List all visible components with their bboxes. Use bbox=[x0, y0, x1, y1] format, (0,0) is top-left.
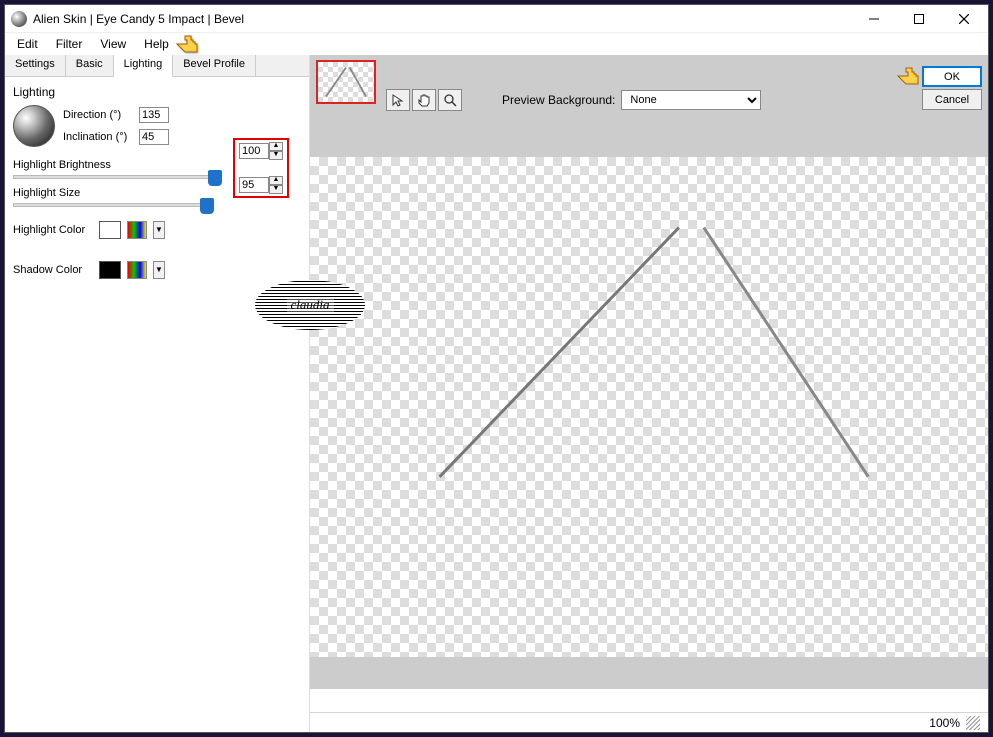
preview-bg-select[interactable]: None bbox=[621, 90, 761, 110]
minimize-button[interactable] bbox=[851, 6, 896, 32]
shadow-color-label: Shadow Color bbox=[13, 264, 93, 276]
lighting-sphere[interactable] bbox=[13, 105, 55, 147]
minimize-icon bbox=[869, 14, 879, 24]
close-icon bbox=[959, 14, 969, 24]
highlighted-params-box: ▲ ▼ ▲ ▼ bbox=[233, 138, 289, 198]
tab-basic[interactable]: Basic bbox=[66, 55, 114, 76]
highlight-color-row: Highlight Color ▼ bbox=[13, 221, 301, 239]
zoom-level: 100% bbox=[929, 716, 960, 730]
spin-up-button[interactable]: ▲ bbox=[269, 142, 283, 151]
maximize-button[interactable] bbox=[896, 6, 941, 32]
preview-area bbox=[310, 125, 988, 712]
right-panel: Preview Background: None OK Cancel bbox=[310, 55, 988, 732]
menu-help[interactable]: Help bbox=[136, 35, 177, 53]
resize-grip[interactable] bbox=[966, 716, 980, 730]
shadow-color-row: Shadow Color ▼ bbox=[13, 261, 301, 279]
spin-down-button[interactable]: ▼ bbox=[269, 185, 283, 194]
highlight-brightness-slider[interactable] bbox=[13, 175, 213, 179]
inclination-input[interactable] bbox=[139, 129, 169, 145]
preview-thumbnail[interactable] bbox=[316, 60, 376, 104]
palette-icon[interactable] bbox=[127, 221, 147, 239]
close-button[interactable] bbox=[941, 6, 986, 32]
pointer-tool-button[interactable] bbox=[386, 89, 410, 111]
highlight-size-input[interactable] bbox=[239, 177, 269, 193]
highlight-brightness-input[interactable] bbox=[239, 143, 269, 159]
app-window: Alien Skin | Eye Candy 5 Impact | Bevel … bbox=[4, 4, 989, 733]
highlight-size-slider[interactable] bbox=[13, 203, 213, 207]
slider-thumb[interactable] bbox=[208, 170, 222, 186]
titlebar: Alien Skin | Eye Candy 5 Impact | Bevel bbox=[5, 5, 988, 33]
spin-down-button[interactable]: ▼ bbox=[269, 151, 283, 160]
watermark-stamp: claudia bbox=[255, 280, 365, 330]
inclination-label: Inclination (°) bbox=[63, 131, 135, 143]
status-bar: 100% bbox=[310, 712, 988, 732]
chevron-down-icon[interactable]: ▼ bbox=[153, 261, 165, 279]
menu-edit[interactable]: Edit bbox=[9, 35, 46, 53]
preview-background-control: Preview Background: None bbox=[502, 90, 761, 110]
cancel-button[interactable]: Cancel bbox=[922, 89, 982, 110]
app-icon bbox=[11, 11, 27, 27]
dialog-buttons: OK Cancel bbox=[922, 66, 982, 110]
direction-label: Direction (°) bbox=[63, 109, 135, 121]
preview-top-strip bbox=[310, 125, 988, 157]
tab-lighting[interactable]: Lighting bbox=[114, 55, 174, 77]
preview-bottom-strip bbox=[310, 657, 988, 689]
hand-pointer-icon bbox=[173, 32, 205, 56]
tabs: Settings Basic Lighting Bevel Profile bbox=[5, 55, 309, 77]
preview-canvas[interactable] bbox=[310, 157, 988, 657]
main-area: Settings Basic Lighting Bevel Profile Li… bbox=[5, 55, 988, 732]
hand-pointer-icon bbox=[894, 64, 926, 88]
zoom-tool-button[interactable] bbox=[438, 89, 462, 111]
pointer-icon bbox=[391, 93, 405, 107]
chevron-down-icon[interactable]: ▼ bbox=[153, 221, 165, 239]
lighting-panel: Lighting Direction (°) Inclination (°) bbox=[5, 77, 309, 287]
slider-thumb[interactable] bbox=[200, 198, 214, 214]
highlight-color-swatch[interactable] bbox=[99, 221, 121, 239]
hand-icon bbox=[417, 93, 431, 107]
preview-toolbar: Preview Background: None OK Cancel bbox=[310, 55, 988, 125]
preview-bg-label: Preview Background: bbox=[502, 93, 615, 107]
hand-tool-button[interactable] bbox=[412, 89, 436, 111]
maximize-icon bbox=[914, 14, 924, 24]
window-title: Alien Skin | Eye Candy 5 Impact | Bevel bbox=[33, 12, 851, 26]
preview-tool-buttons bbox=[386, 89, 462, 111]
tab-settings[interactable]: Settings bbox=[5, 55, 66, 76]
left-panel: Settings Basic Lighting Bevel Profile Li… bbox=[5, 55, 310, 732]
watermark-text: claudia bbox=[287, 297, 334, 313]
direction-input[interactable] bbox=[139, 107, 169, 123]
ok-button[interactable]: OK bbox=[922, 66, 982, 87]
menubar: Edit Filter View Help bbox=[5, 33, 988, 55]
menu-view[interactable]: View bbox=[92, 35, 134, 53]
menu-filter[interactable]: Filter bbox=[48, 35, 91, 53]
magnifier-icon bbox=[443, 93, 457, 107]
spin-up-button[interactable]: ▲ bbox=[269, 176, 283, 185]
highlight-color-label: Highlight Color bbox=[13, 224, 93, 236]
shadow-color-swatch[interactable] bbox=[99, 261, 121, 279]
window-controls bbox=[851, 6, 986, 32]
palette-icon[interactable] bbox=[127, 261, 147, 279]
section-label-lighting: Lighting bbox=[13, 85, 301, 99]
tab-bevel-profile[interactable]: Bevel Profile bbox=[173, 55, 256, 76]
